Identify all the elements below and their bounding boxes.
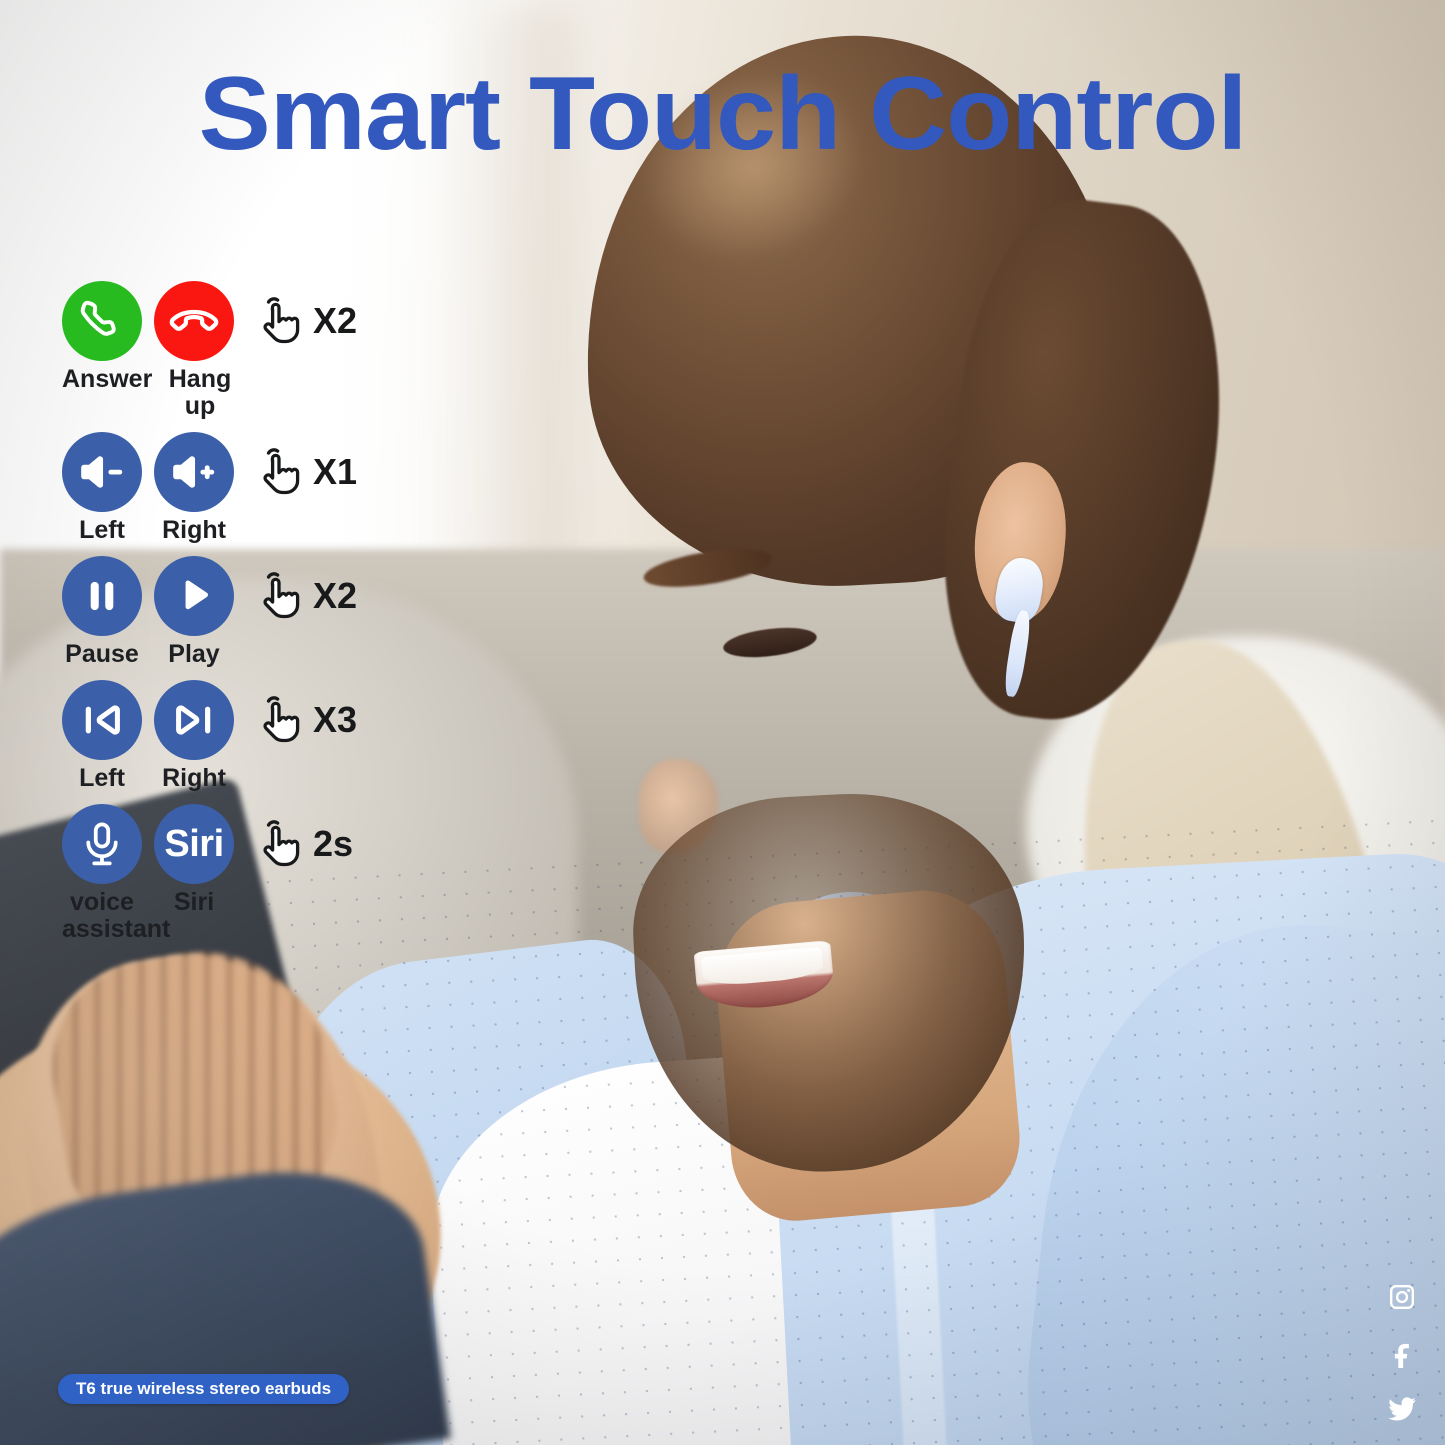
label-pause: Pause	[65, 640, 139, 668]
gesture-indicator: X2	[248, 290, 357, 352]
gesture-count: X1	[313, 451, 358, 492]
page-title: Smart Touch Control	[198, 56, 1248, 172]
voice-assistant-button[interactable]	[62, 804, 142, 884]
control-row-volume: X1 Left Right	[62, 432, 392, 544]
tap-hand-icon	[248, 565, 310, 627]
play-button[interactable]	[154, 556, 234, 636]
label-siri: Siri	[173, 888, 215, 916]
gesture-indicator: X2	[248, 565, 357, 627]
gesture-indicator: 2s	[248, 813, 353, 875]
microphone-icon	[77, 819, 127, 869]
label-gap	[142, 641, 154, 668]
label-play: Play	[168, 640, 220, 668]
next-track-button[interactable]	[154, 680, 234, 760]
control-row-labels: voice assistant Siri	[62, 889, 392, 943]
play-icon	[171, 573, 217, 619]
siri-text-icon: Siri	[164, 823, 224, 865]
label-voice-assistant: voice assistant	[62, 888, 171, 943]
label-hang-up: Hang up	[168, 365, 232, 420]
label-track-right: Right	[162, 764, 226, 792]
gesture-count: X3	[313, 699, 358, 740]
tap-hand-icon	[248, 441, 310, 503]
tap-hand-icon	[248, 290, 310, 352]
label-gap	[142, 517, 154, 544]
control-row-icons: X2	[62, 281, 392, 361]
gesture-indicator: X3	[248, 689, 357, 751]
control-row-icons: X3	[62, 680, 392, 760]
volume-down-icon	[77, 447, 127, 497]
label-answer: Answer	[62, 365, 153, 393]
volume-up-button[interactable]	[154, 432, 234, 512]
tap-hand-icon	[248, 813, 310, 875]
pause-icon	[79, 573, 125, 619]
control-row-playback: X2 Pause Play	[62, 556, 392, 668]
gesture-duration: 2s	[313, 823, 354, 864]
touch-control-list: X2 Answer Hang up X1 Left Right X2 Pause…	[62, 281, 392, 955]
control-row-icons: X1	[62, 432, 392, 512]
label-gap	[142, 765, 154, 792]
control-row-icons: X2	[62, 556, 392, 636]
tap-hand-icon	[248, 689, 310, 751]
product-name-text: T6 true wireless stereo earbuds	[76, 1379, 332, 1398]
product-name-badge: T6 true wireless stereo earbuds	[58, 1374, 350, 1404]
answer-call-button[interactable]	[62, 281, 142, 361]
gesture-count: X2	[313, 300, 358, 341]
product-infographic: Smart Touch Control X2 Answer Hang up X1…	[0, 0, 1445, 1445]
social-links	[1385, 1280, 1419, 1426]
siri-button[interactable]: Siri	[154, 804, 234, 884]
control-row-labels: Answer Hang up	[62, 366, 392, 420]
volume-up-icon	[169, 447, 219, 497]
control-row-labels: Left Right	[62, 517, 392, 544]
control-row-track: X3 Left Right	[62, 680, 392, 792]
label-volume-left: Left	[79, 516, 125, 544]
hangup-call-button[interactable]	[154, 281, 234, 361]
phone-hangup-icon	[167, 294, 221, 348]
previous-track-button[interactable]	[62, 680, 142, 760]
label-gap	[142, 889, 154, 943]
next-track-icon	[169, 695, 219, 745]
previous-track-icon	[77, 695, 127, 745]
instagram-icon[interactable]	[1385, 1280, 1419, 1314]
control-row-voice: Siri 2s voice assistant Siri	[62, 804, 392, 943]
volume-down-button[interactable]	[62, 432, 142, 512]
twitter-icon[interactable]	[1385, 1392, 1419, 1426]
control-row-labels: Left Right	[62, 765, 392, 792]
label-volume-right: Right	[162, 516, 226, 544]
control-row-icons: Siri 2s	[62, 804, 392, 884]
label-gap	[142, 366, 154, 420]
control-row-labels: Pause Play	[62, 641, 392, 668]
phone-answer-icon	[77, 296, 127, 346]
gesture-indicator: X1	[248, 441, 357, 503]
pause-button[interactable]	[62, 556, 142, 636]
facebook-icon[interactable]	[1385, 1336, 1419, 1370]
label-track-left: Left	[79, 764, 125, 792]
control-row-call: X2 Answer Hang up	[62, 281, 392, 420]
gesture-count: X2	[313, 575, 358, 616]
